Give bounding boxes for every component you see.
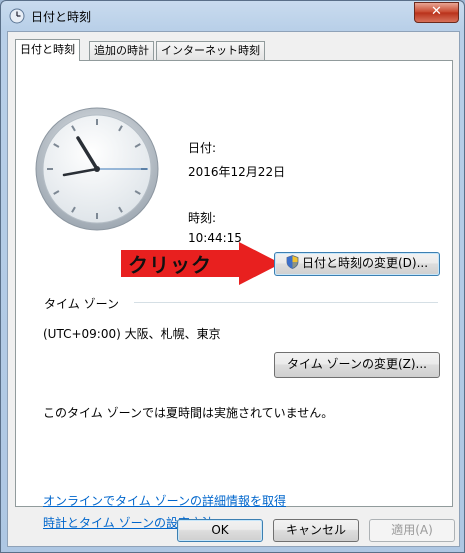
clock-app-icon [9,8,25,24]
change-date-time-label: 日付と時刻の変更(D)... [301,256,429,270]
dialog-body: 日付と時刻 追加の時計 インターネット時刻 日付: 2016年12月22日 時刻… [7,31,460,547]
section-divider [134,302,438,303]
date-value: 2016年12月22日 [188,165,286,179]
time-label: 時刻: [188,211,217,225]
close-button[interactable]: ✕ [414,2,459,23]
timezone-info-link[interactable]: オンラインでタイム ゾーンの詳細情報を取得 [43,492,286,509]
tab-additional-clocks[interactable]: 追加の時計 [89,41,154,60]
window-title: 日付と時刻 [31,10,92,24]
date-label: 日付: [188,141,217,155]
analog-clock [35,107,159,231]
timezone-value: (UTC+09:00) 大阪、札幌、東京 [43,327,221,341]
tab-date-time[interactable]: 日付と時刻 [15,39,80,61]
ok-button[interactable]: OK [177,519,263,542]
click-annotation-text: クリック [128,253,212,277]
uac-shield-icon [286,255,299,269]
dst-note: このタイム ゾーンでは夏時間は実施されていません。 [43,406,334,420]
tab-panel: 日付: 2016年12月22日 時刻: 10:44:15 クリック 日付と時刻の… [15,60,453,530]
tab-internet-time[interactable]: インターネット時刻 [156,41,265,60]
change-date-time-button[interactable]: 日付と時刻の変更(D)... [274,252,440,276]
title-bar[interactable]: 日付と時刻 ✕ [1,1,464,31]
cancel-button[interactable]: キャンセル [273,519,359,542]
timezone-section-label: タイム ゾーン [44,297,119,311]
apply-button[interactable]: 適用(A) [369,519,455,542]
change-timezone-button[interactable]: タイム ゾーンの変更(Z)... [274,352,440,378]
dialog-window: 日付と時刻 ✕ 日付と時刻 追加の時計 インターネット時刻 日付: 2016年1… [0,0,465,553]
